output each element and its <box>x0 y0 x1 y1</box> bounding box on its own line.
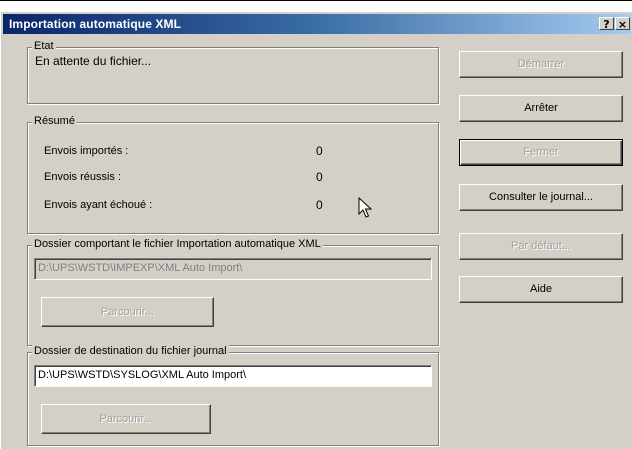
close-button[interactable]: Fermer <box>459 139 623 166</box>
imported-value: 0 <box>316 144 323 158</box>
import-folder-path-field[interactable]: D:\UPS\WSTD\IMPEXP\XML Auto Import\ <box>34 258 432 280</box>
summary-group: Résumé Envois importés : 0 Envois réussi… <box>27 115 439 234</box>
log-folder-legend: Dossier de destination du fichier journa… <box>32 345 229 357</box>
close-icon: × <box>617 18 628 31</box>
log-browse-button[interactable]: Parcourir... <box>41 404 211 434</box>
screen-frame: Importation automatique XML ? × Etat En … <box>0 0 632 449</box>
failed-value: 0 <box>316 198 323 212</box>
import-folder-group: Dossier comportant le fichier Importatio… <box>27 238 439 346</box>
status-group-legend: Etat <box>32 40 56 52</box>
succeeded-label: Envois réussis : <box>44 171 122 183</box>
summary-group-legend: Résumé <box>32 115 77 127</box>
window-title: Importation automatique XML <box>9 17 182 31</box>
import-folder-legend: Dossier comportant le fichier Importatio… <box>32 238 323 250</box>
failed-label: Envois ayant échoué : <box>44 199 153 211</box>
title-bar[interactable]: Importation automatique XML ? × <box>3 14 631 34</box>
import-browse-button[interactable]: Parcourir... <box>41 297 214 327</box>
start-button[interactable]: Démarrer <box>459 51 623 78</box>
mouse-pointer-icon <box>358 197 372 218</box>
help-caption-button[interactable]: ? <box>599 17 614 31</box>
status-text: En attente du fichier... <box>35 54 152 68</box>
log-folder-group: Dossier de destination du fichier journa… <box>27 345 439 446</box>
imported-label: Envois importés : <box>44 145 129 157</box>
defaults-button[interactable]: Par défaut... <box>459 233 623 260</box>
xml-auto-import-dialog: Importation automatique XML ? × Etat En … <box>0 11 632 449</box>
close-caption-button[interactable]: × <box>615 17 630 31</box>
log-folder-path-field[interactable]: D:\UPS\WSTD\SYSLOG\XML Auto Import\ <box>34 365 432 387</box>
status-group: Etat En attente du fichier... <box>27 40 439 104</box>
help-button[interactable]: Aide <box>459 276 623 303</box>
question-icon: ? <box>603 18 610 31</box>
view-log-button[interactable]: Consulter le journal... <box>459 184 623 211</box>
succeeded-value: 0 <box>316 170 323 184</box>
stop-button[interactable]: Arrêter <box>459 95 623 122</box>
